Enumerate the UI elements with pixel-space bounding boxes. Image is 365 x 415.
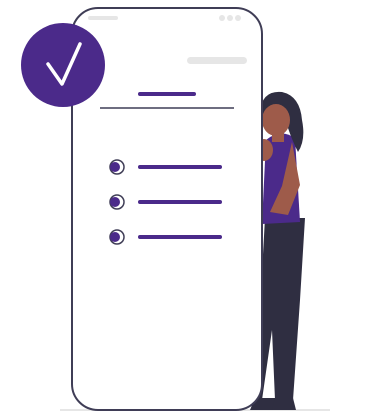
list-item-line	[138, 200, 222, 204]
bullet-icon	[110, 162, 120, 172]
status-dot	[227, 15, 233, 21]
header-placeholder	[187, 57, 247, 64]
checklist-illustration	[21, 7, 330, 411]
bullet-icon	[110, 197, 120, 207]
status-dot	[235, 15, 241, 21]
status-dot	[219, 15, 225, 21]
check-badge	[21, 23, 105, 107]
person-face	[262, 104, 290, 136]
check-badge-circle	[21, 23, 105, 107]
bullet-icon	[110, 232, 120, 242]
phone-speaker	[88, 16, 118, 20]
list-item-line	[138, 165, 222, 169]
list-item-line	[138, 235, 222, 239]
title-placeholder	[138, 92, 196, 96]
person-shoe-right	[272, 398, 296, 410]
illustration-canvas	[0, 0, 365, 415]
